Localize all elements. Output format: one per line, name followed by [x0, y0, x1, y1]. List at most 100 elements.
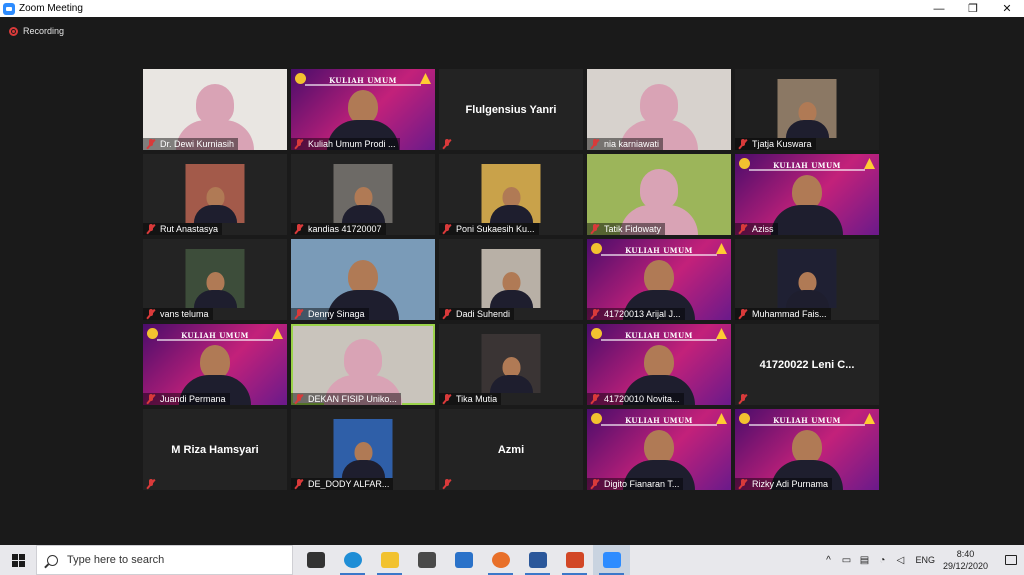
network-icon[interactable]: ▤	[856, 545, 872, 575]
participant-photo	[185, 164, 245, 223]
show-hidden-icons-chevron-icon[interactable]: ^	[820, 545, 836, 575]
participant-name: kandias 41720007	[308, 224, 382, 234]
participant-name-label	[143, 478, 164, 490]
kuliah-umum-banner: KULIAH UMUM	[587, 409, 731, 431]
participant-name: Rizky Adi Purnama	[752, 479, 829, 489]
volume-icon[interactable]: ◁	[892, 545, 908, 575]
faculty-logo-icon	[864, 158, 875, 169]
participant-tile[interactable]: Rut Anastasya	[143, 154, 287, 235]
muted-mic-icon	[738, 479, 748, 489]
word-icon	[528, 552, 547, 568]
participant-tile[interactable]: KULIAH UMUM 41720010 Novita...	[587, 324, 731, 405]
zoom-app-icon	[3, 2, 15, 15]
university-logo-icon	[739, 158, 750, 169]
taskbar-zoom-button[interactable]	[593, 545, 630, 575]
gallery-grid: Dr. Dewi Kurniasih KULIAH UMUM Kuliah Umum…	[143, 69, 881, 490]
participant-tile[interactable]: Denny Sinaga	[291, 239, 435, 320]
participant-name-display: M Riza Hamsyari	[171, 443, 259, 456]
participant-name: DEKAN FISIP Uniko...	[308, 394, 397, 404]
muted-mic-icon	[590, 479, 600, 489]
faculty-logo-icon	[864, 413, 875, 424]
muted-mic-icon	[590, 224, 600, 234]
participant-tile[interactable]: M Riza Hamsyari	[143, 409, 287, 490]
participant-tile[interactable]: Poni Sukaesih Ku...	[439, 154, 583, 235]
participant-tile[interactable]: KULIAH UMUM Juandi Permana	[143, 324, 287, 405]
university-logo-icon	[591, 328, 602, 339]
close-button[interactable]: ✕	[990, 0, 1024, 17]
participant-video	[771, 175, 843, 235]
taskbar-file-explorer-button[interactable]	[371, 545, 408, 575]
participant-tile[interactable]: DE_DODY ALFAR...	[291, 409, 435, 490]
taskbar-powerpoint-button[interactable]	[556, 545, 593, 575]
faculty-logo-icon	[716, 328, 727, 339]
participant-name: Juandi Permana	[160, 394, 226, 404]
participant-name: Poni Sukaesih Ku...	[456, 224, 535, 234]
participant-name: Aziss	[752, 224, 774, 234]
faculty-logo-icon	[716, 243, 727, 254]
muted-mic-icon	[294, 479, 304, 489]
participant-name-label: Dr. Dewi Kurniasih	[143, 138, 239, 150]
participant-name-label: DEKAN FISIP Uniko...	[291, 393, 401, 405]
muted-mic-icon	[146, 139, 156, 149]
participant-tile[interactable]: KULIAH UMUM Rizky Adi Purnama	[735, 409, 879, 490]
participant-name-label: Rizky Adi Purnama	[735, 478, 833, 490]
window-titlebar[interactable]: Zoom Meeting — ❐ ✕	[0, 0, 1024, 17]
clock[interactable]: 8:40 29/12/2020	[943, 548, 988, 572]
taskbar-store-button[interactable]	[408, 545, 445, 575]
participant-tile[interactable]: KULIAH UMUM Aziss	[735, 154, 879, 235]
kuliah-umum-banner: KULIAH UMUM	[587, 239, 731, 261]
taskbar-search[interactable]	[36, 545, 293, 575]
participant-tile[interactable]: Muhammad Fais...	[735, 239, 879, 320]
start-button[interactable]	[0, 545, 36, 575]
participant-name-label: 41720013 Arijal J...	[587, 308, 685, 320]
participant-tile[interactable]: Tatik Fidowaty	[587, 154, 731, 235]
recording-icon	[9, 26, 18, 36]
participant-tile[interactable]: Dadi Suhendi	[439, 239, 583, 320]
participant-tile[interactable]: vans teluma	[143, 239, 287, 320]
participant-photo	[481, 249, 541, 308]
restore-button[interactable]: ❐	[956, 0, 990, 17]
participant-name-label: Tika Mutia	[439, 393, 502, 405]
meet-now-icon[interactable]: ▭	[838, 545, 854, 575]
participant-photo	[777, 79, 837, 138]
participant-tile[interactable]: Dr. Dewi Kurniasih	[143, 69, 287, 150]
participant-name: nia karniawati	[604, 139, 660, 149]
participant-tile[interactable]: nia karniawati	[587, 69, 731, 150]
search-icon	[47, 554, 58, 566]
participant-tile[interactable]: Tjatja Kuswara	[735, 69, 879, 150]
task-view-icon	[306, 552, 325, 568]
participant-tile[interactable]: KULIAH UMUM Kuliah Umum Prodi ...	[291, 69, 435, 150]
participant-tile[interactable]: KULIAH UMUM 41720013 Arijal J...	[587, 239, 731, 320]
participant-tile[interactable]: Flulgensius Yanri	[439, 69, 583, 150]
university-logo-icon	[295, 73, 306, 84]
participant-tile[interactable]: Azmi	[439, 409, 583, 490]
clock-date: 29/12/2020	[942, 561, 988, 571]
faculty-logo-icon	[716, 413, 727, 424]
wifi-icon[interactable]: ◔	[874, 545, 890, 575]
taskbar-task-view-button[interactable]	[297, 545, 334, 575]
taskbar-word-button[interactable]	[519, 545, 556, 575]
taskbar-edge-button[interactable]	[334, 545, 371, 575]
university-logo-icon	[591, 243, 602, 254]
kuliah-umum-banner: KULIAH UMUM	[587, 324, 731, 346]
taskbar-firefox-button[interactable]	[482, 545, 519, 575]
search-input[interactable]	[67, 554, 267, 566]
participant-tile[interactable]: 41720022 Leni C...	[735, 324, 879, 405]
participant-name: Tika Mutia	[456, 394, 498, 404]
participant-tile[interactable]: Tika Mutia	[439, 324, 583, 405]
recording-indicator[interactable]: Recording	[9, 26, 64, 36]
language-indicator[interactable]: ENG	[915, 555, 935, 565]
participant-name: Tatik Fidowaty	[604, 224, 662, 234]
participant-name-display: Flulgensius Yanri	[465, 103, 557, 116]
taskbar-mail-button[interactable]	[445, 545, 482, 575]
minimize-button[interactable]: —	[922, 0, 956, 17]
muted-mic-icon	[294, 394, 304, 404]
participant-tile[interactable]: DEKAN FISIP Uniko...	[291, 324, 435, 405]
participant-name-label: Digito Fianaran T...	[587, 478, 684, 490]
participant-tile[interactable]: kandias 41720007	[291, 154, 435, 235]
muted-mic-icon	[294, 139, 304, 149]
notifications-button[interactable]	[998, 545, 1024, 575]
participant-name-label: Denny Sinaga	[291, 308, 369, 320]
participant-name: Tjatja Kuswara	[752, 139, 812, 149]
participant-tile[interactable]: KULIAH UMUM Digito Fianaran T...	[587, 409, 731, 490]
